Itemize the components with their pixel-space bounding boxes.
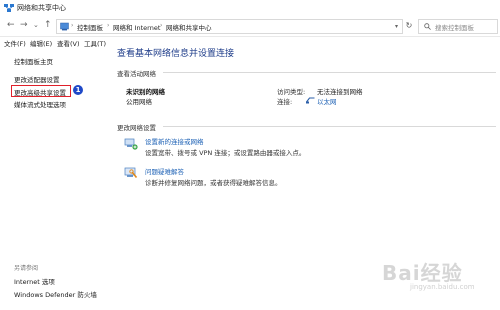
troubleshoot-problems-link[interactable]: 问题疑难解答 [145,166,184,176]
menu-view[interactable]: 查看(V) [57,38,80,48]
network-type-link[interactable]: 公用网络 [126,96,152,106]
breadcrumb-separator: › [71,22,74,29]
recent-locations-button[interactable]: ⌄ [33,20,39,30]
highlight-annotation [11,85,71,97]
search-icon [424,23,431,30]
sidebar-control-panel-home[interactable]: 控制面板主页 [14,56,53,66]
page-title: 查看基本网络信息并设置连接 [117,49,235,59]
title-bar: 网络和共享中心 [0,0,500,16]
troubleshoot-icon [124,167,138,179]
forward-button[interactable]: → [20,20,28,30]
see-also-heading: 另请参阅 [14,265,39,272]
address-field[interactable]: › 控制面板 › 网络和 Internet › 网络和共享中心 ▾ [56,19,403,34]
sidebar-item-change-adapter[interactable]: 更改适配器设置 [14,74,60,84]
menu-bar: 文件(F) 编辑(E) 查看(V) 工具(T) [0,37,500,48]
baidu-watermark: Bai经验 [382,261,463,285]
access-type-label: 访问类型: [277,88,306,96]
sidebar-item-media-streaming[interactable]: 媒体流式处理选项 [14,99,66,109]
menu-file[interactable]: 文件(F) [4,38,26,48]
search-box[interactable]: 搜索控制面板 [418,19,498,34]
active-networks-heading: 查看活动网络 [117,70,156,78]
new-connection-description: 设置宽带、拨号或 VPN 连接；或设置路由器或接入点。 [145,149,306,157]
back-button[interactable]: ← [7,20,15,30]
access-type-value: 无法连接到网络 [317,88,363,96]
breadcrumb-separator: › [160,22,163,29]
window-title: 网络和共享中心 [17,4,66,12]
refresh-icon[interactable]: ↻ [403,19,415,32]
control-panel-icon [60,22,69,31]
ethernet-connection-link[interactable]: 以太网 [317,96,337,106]
connection-label: 连接: [277,98,293,106]
menu-edit[interactable]: 编辑(E) [30,38,52,48]
network-name: 未识别的网络 [126,88,165,96]
troubleshoot-description: 诊断并修复网络问题，或者获得疑难解答信息。 [145,179,282,187]
menu-tools[interactable]: 工具(T) [84,38,106,48]
breadcrumb-control-panel[interactable]: 控制面板 [77,22,103,32]
see-also-internet-options[interactable]: Internet 选项 [14,276,55,286]
breadcrumb-network-sharing-center[interactable]: 网络和共享中心 [166,22,212,32]
breadcrumb-separator: › [107,22,110,29]
step-badge: 1 [73,85,83,95]
section-divider [163,126,496,127]
network-center-icon [4,4,14,12]
baidu-watermark-url: jingyan.baidu.com [410,283,475,291]
breadcrumb-network-internet[interactable]: 网络和 Internet [113,22,160,32]
new-connection-icon [124,138,138,150]
up-button[interactable]: ↑ [44,20,52,30]
address-dropdown-icon[interactable]: ▾ [395,23,398,30]
search-placeholder: 搜索控制面板 [435,24,474,32]
see-also-firewall[interactable]: Windows Defender 防火墙 [14,289,97,299]
change-settings-heading: 更改网络设置 [117,124,156,132]
ethernet-icon [306,97,315,104]
section-divider [163,72,496,73]
setup-new-connection-link[interactable]: 设置新的连接或网络 [145,136,204,146]
